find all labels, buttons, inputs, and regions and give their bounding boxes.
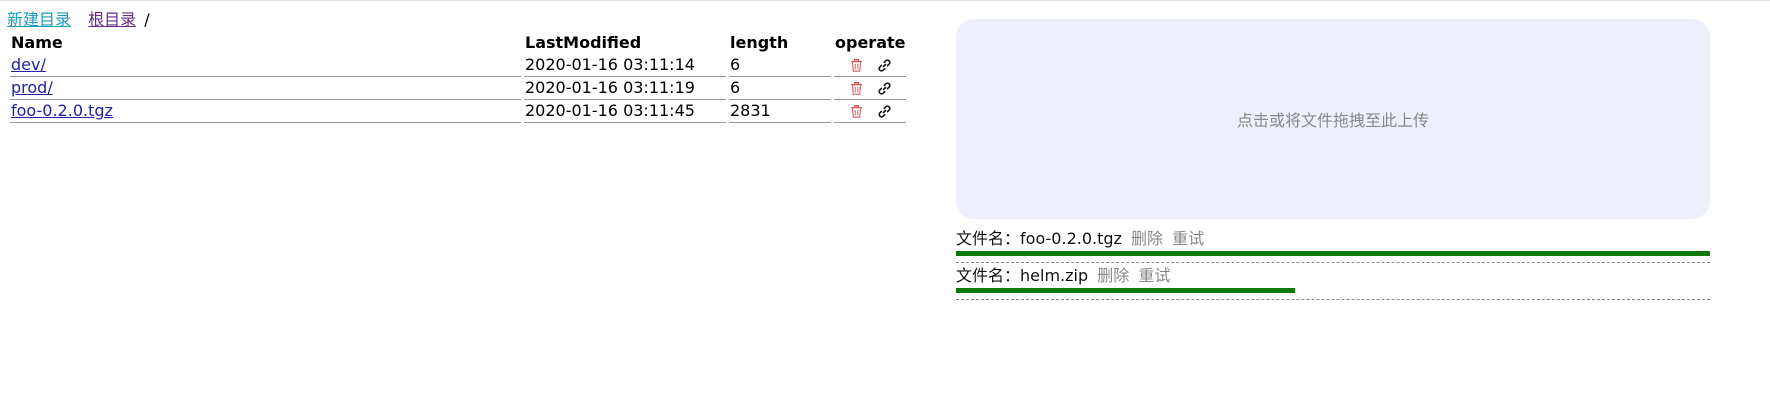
delete-upload-button[interactable]: 删除	[1097, 266, 1129, 285]
upload-progress-bar	[956, 288, 1296, 293]
dropzone-hint: 点击或将文件拖拽至此上传	[1236, 111, 1429, 130]
cell-last-modified: 2020-01-16 03:11:14	[524, 54, 726, 77]
breadcrumb: 新建目录 根目录 /	[7, 9, 150, 31]
cell-last-modified: 2020-01-16 03:11:19	[524, 77, 726, 100]
table-row: foo-0.2.0.tgz 2020-01-16 03:11:45 2831	[10, 100, 907, 123]
upload-item-divider	[956, 262, 1710, 263]
cell-length: 6	[729, 77, 831, 100]
upload-dropzone[interactable]: 点击或将文件拖拽至此上传	[956, 19, 1710, 219]
trash-icon[interactable]	[850, 102, 863, 118]
file-link-foo-tgz[interactable]: foo-0.2.0.tgz	[11, 101, 113, 120]
cell-length: 2831	[729, 100, 831, 123]
breadcrumb-separator: /	[144, 10, 150, 29]
table-header-row: Name LastModified length operate	[10, 32, 906, 54]
table-row: prod/ 2020-01-16 03:11:19 6	[10, 77, 907, 100]
cell-operate	[834, 100, 907, 123]
delete-upload-button[interactable]: 删除	[1131, 229, 1163, 248]
cell-length: 6	[729, 54, 831, 77]
cell-last-modified: 2020-01-16 03:11:45	[524, 100, 726, 123]
header-operate: operate	[835, 33, 906, 52]
upload-item: 文件名：helm.zip 删除 重试	[956, 265, 1710, 300]
cell-operate	[834, 54, 907, 77]
filename-label: 文件名：	[956, 266, 1021, 285]
file-link-prod[interactable]: prod/	[11, 78, 53, 97]
link-icon[interactable]	[878, 102, 891, 118]
root-directory-link[interactable]: 根目录	[88, 10, 136, 29]
file-table: Name LastModified length operate dev/ 20…	[7, 32, 909, 123]
header-name: Name	[11, 33, 63, 52]
table-row: dev/ 2020-01-16 03:11:14 6	[10, 54, 907, 77]
upload-filename: foo-0.2.0.tgz	[1020, 229, 1122, 248]
trash-icon[interactable]	[850, 56, 863, 72]
retry-upload-button[interactable]: 重试	[1138, 266, 1170, 285]
upload-progress-bar	[956, 251, 1710, 256]
upload-filename: helm.zip	[1020, 266, 1089, 285]
cell-operate	[834, 77, 907, 100]
retry-upload-button[interactable]: 重试	[1172, 229, 1204, 248]
top-divider	[0, 0, 1770, 1]
link-icon[interactable]	[878, 79, 891, 95]
new-directory-link[interactable]: 新建目录	[7, 10, 71, 29]
link-icon[interactable]	[878, 56, 891, 72]
header-length: length	[730, 33, 789, 52]
filename-label: 文件名：	[956, 229, 1021, 248]
upload-item: 文件名：foo-0.2.0.tgz 删除 重试	[956, 228, 1710, 263]
file-link-dev[interactable]: dev/	[11, 55, 46, 74]
upload-item-divider	[956, 299, 1710, 300]
trash-icon[interactable]	[850, 79, 863, 95]
header-last-modified: LastModified	[525, 33, 642, 52]
